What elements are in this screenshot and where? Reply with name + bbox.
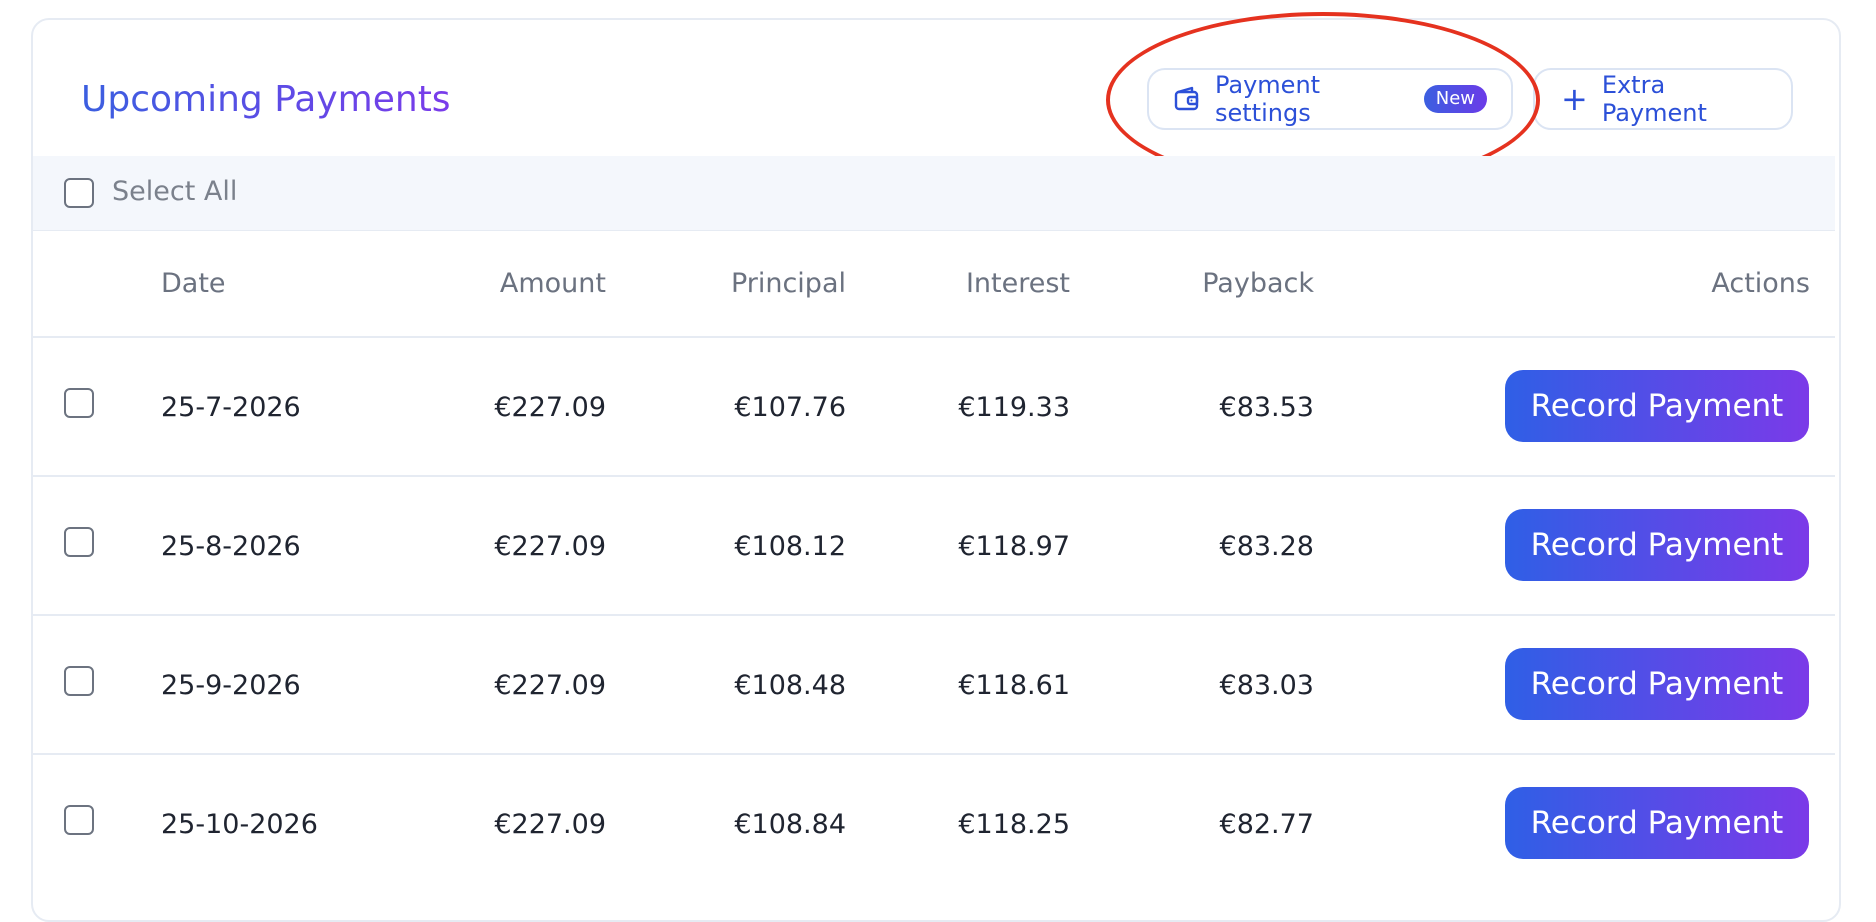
row-checkbox[interactable] — [64, 666, 94, 696]
payment-settings-button[interactable]: Payment settings New — [1147, 68, 1513, 130]
record-payment-button[interactable]: Record Payment — [1505, 509, 1809, 581]
row-amount: €227.09 — [494, 531, 606, 562]
row-interest: €118.61 — [958, 670, 1070, 701]
row-payback: €83.28 — [1219, 531, 1314, 562]
page-title: Upcoming Payments — [81, 79, 451, 120]
column-header-principal: Principal — [730, 268, 846, 299]
row-principal: €108.48 — [734, 670, 846, 701]
row-principal: €108.84 — [734, 809, 846, 840]
row-date: 25-9-2026 — [161, 670, 301, 701]
row-interest: €119.33 — [958, 392, 1070, 423]
payment-settings-label: Payment settings — [1215, 71, 1321, 127]
new-badge: New — [1423, 85, 1487, 113]
extra-payment-label: Extra Payment — [1601, 71, 1707, 127]
row-divider — [33, 753, 1835, 755]
column-header-interest: Interest — [965, 268, 1070, 299]
row-payback: €83.03 — [1219, 670, 1314, 701]
record-payment-button[interactable]: Record Payment — [1505, 648, 1809, 720]
row-amount: €227.09 — [494, 392, 606, 423]
row-principal: €107.76 — [734, 392, 846, 423]
row-checkbox[interactable] — [64, 388, 94, 418]
select-all-checkbox[interactable] — [64, 178, 94, 208]
column-header-payback: Payback — [1202, 268, 1314, 299]
row-date: 25-10-2026 — [161, 809, 318, 840]
row-amount: €227.09 — [494, 809, 606, 840]
row-payback: €82.77 — [1219, 809, 1314, 840]
select-all-label: Select All — [112, 176, 238, 207]
column-header-amount: Amount — [499, 268, 606, 299]
wallet-icon — [1173, 85, 1201, 113]
row-divider — [33, 475, 1835, 477]
row-checkbox[interactable] — [64, 527, 94, 557]
row-amount: €227.09 — [494, 670, 606, 701]
row-principal: €108.12 — [734, 531, 846, 562]
row-interest: €118.25 — [958, 809, 1070, 840]
row-divider — [33, 614, 1835, 616]
row-date: 25-8-2026 — [161, 531, 301, 562]
record-payment-button[interactable]: Record Payment — [1505, 370, 1809, 442]
row-divider — [33, 336, 1835, 338]
record-payment-button[interactable]: Record Payment — [1505, 787, 1809, 859]
column-header-actions: Actions — [1711, 268, 1810, 299]
extra-payment-button[interactable]: + Extra Payment — [1533, 68, 1793, 130]
row-payback: €83.53 — [1219, 392, 1314, 423]
select-all-bar — [33, 156, 1835, 231]
column-header-date: Date — [161, 268, 226, 299]
row-interest: €118.97 — [958, 531, 1070, 562]
row-checkbox[interactable] — [64, 805, 94, 835]
plus-icon: + — [1561, 80, 1588, 118]
row-date: 25-7-2026 — [161, 392, 301, 423]
